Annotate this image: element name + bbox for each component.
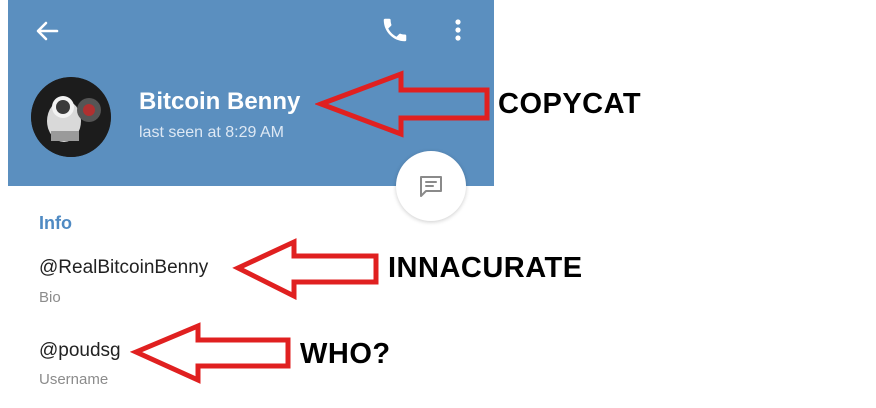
contact-name: Bitcoin Benny <box>139 88 301 115</box>
avatar[interactable] <box>31 77 111 157</box>
username-label: Username <box>39 371 109 388</box>
annotation-arrow-who <box>130 322 291 384</box>
call-button[interactable] <box>380 15 410 45</box>
more-menu-button[interactable] <box>448 15 468 45</box>
bio-label: Bio <box>39 289 61 306</box>
phone-icon <box>383 18 407 42</box>
send-message-button[interactable] <box>396 151 466 221</box>
more-vertical-icon <box>455 19 461 41</box>
annotation-inaccurate: INNACURATE <box>388 252 583 284</box>
username-value[interactable]: @poudsg <box>39 340 121 362</box>
annotation-who: WHO? <box>300 338 391 370</box>
back-button[interactable] <box>32 16 62 46</box>
info-section-heading: Info <box>39 213 72 233</box>
bio-value[interactable]: @RealBitcoinBenny <box>39 257 208 279</box>
annotation-arrow-copycat <box>315 70 490 138</box>
message-icon <box>420 176 442 197</box>
annotation-copycat: COPYCAT <box>498 88 642 120</box>
astronaut-avatar-icon <box>31 77 111 157</box>
annotation-arrow-inaccurate <box>232 238 379 300</box>
arrow-left-icon <box>36 21 59 41</box>
last-seen-status: last seen at 8:29 AM <box>139 124 284 141</box>
